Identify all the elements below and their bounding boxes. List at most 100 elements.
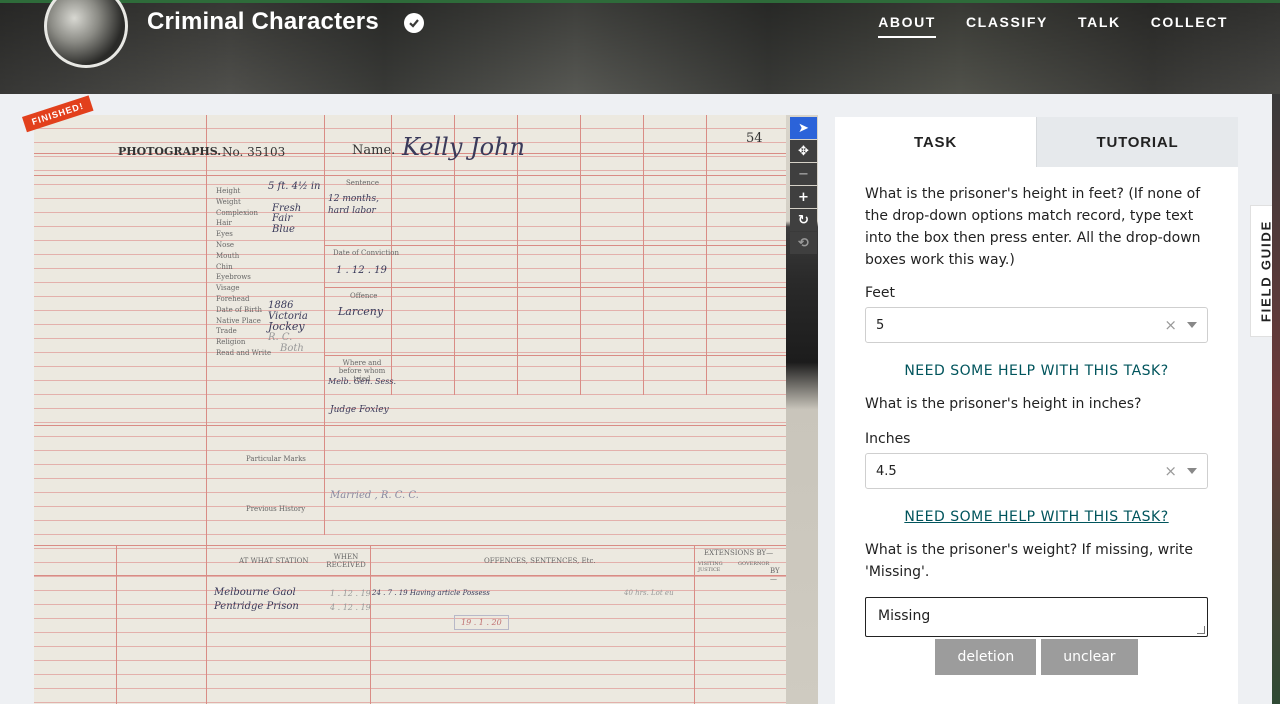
viewer-toolbar: ➤ ✥ − + ↻ ⟲ bbox=[790, 117, 817, 255]
resize-handle-icon[interactable] bbox=[1197, 626, 1205, 634]
unclear-button[interactable]: unclear bbox=[1041, 639, 1138, 675]
descriptor-row: Nose bbox=[216, 239, 324, 250]
descriptor-value: Blue bbox=[272, 224, 295, 236]
descriptor-label: Chin bbox=[216, 262, 233, 271]
question-feet: What is the prisoner's height in feet? (… bbox=[865, 186, 1201, 268]
record-rule bbox=[34, 425, 786, 426]
question-weight: What is the prisoner's weight? If missin… bbox=[865, 542, 1193, 580]
chevron-down-icon[interactable] bbox=[1187, 468, 1197, 474]
record-rule bbox=[34, 575, 786, 576]
annotation-buttons: deletion unclear bbox=[865, 639, 1208, 675]
descriptor-label: Nose bbox=[216, 240, 235, 249]
record-rule bbox=[580, 115, 581, 395]
chevron-down-icon[interactable] bbox=[1187, 322, 1197, 328]
record-rule bbox=[34, 545, 786, 546]
feet-label: Feet bbox=[865, 285, 896, 301]
descriptor-row: Hair Fair bbox=[216, 213, 324, 228]
history-value: Married , R. C. C. bbox=[330, 490, 419, 501]
descriptor-row: Eyes Blue bbox=[216, 224, 324, 239]
judge-value: Judge Foxley bbox=[330, 405, 389, 415]
feet-value: 5 bbox=[876, 317, 885, 333]
inches-select[interactable]: 4.5 × bbox=[865, 453, 1208, 489]
station-header: AT WHAT STATION bbox=[239, 557, 309, 565]
row-offence: 24 . 7 . 19 Having article Possess bbox=[372, 589, 490, 597]
tab-tutorial[interactable]: TUTORIAL bbox=[1036, 117, 1238, 167]
descriptor-row: Read and Write Both bbox=[216, 343, 324, 358]
record-rule bbox=[694, 545, 695, 704]
record-rule bbox=[324, 245, 786, 246]
conviction-label: Date of Conviction bbox=[333, 249, 399, 257]
rotate-icon[interactable]: ↻ bbox=[790, 209, 817, 231]
sentence-value: 12 months, hard labor bbox=[328, 194, 379, 216]
nav-collect[interactable]: COLLECT bbox=[1151, 14, 1228, 38]
help-link-feet[interactable]: NEED SOME HELP WITH THIS TASK? bbox=[865, 363, 1208, 379]
nav-classify[interactable]: CLASSIFY bbox=[966, 14, 1048, 38]
previous-history-label: Previous History bbox=[246, 505, 306, 513]
descriptor-value: Fresh bbox=[272, 202, 302, 214]
descriptor-label: Read and Write bbox=[216, 348, 272, 357]
descriptor-value: Both bbox=[280, 342, 304, 354]
main-nav: ABOUT CLASSIFY TALK COLLECT bbox=[878, 14, 1228, 38]
row-when: 4 . 12 . 19 bbox=[330, 603, 371, 612]
governor-header: GOVERNOR bbox=[738, 561, 770, 567]
weight-value: Missing bbox=[878, 608, 931, 624]
descriptor-row: Complexion Fresh bbox=[216, 203, 324, 218]
descriptor-label: Mouth bbox=[216, 251, 240, 260]
tab-task[interactable]: TASK bbox=[835, 117, 1036, 167]
task-body: What is the prisoner's height in feet? (… bbox=[835, 167, 1238, 675]
descriptor-label: Visage bbox=[216, 284, 240, 293]
project-title[interactable]: Criminal Characters bbox=[147, 8, 379, 36]
when-header: WHEN RECEIVED bbox=[326, 553, 366, 569]
stamp: 19 . 1 . 20 bbox=[454, 615, 509, 630]
descriptor-label: Hair bbox=[216, 219, 232, 228]
descriptor-row: Mouth bbox=[216, 250, 324, 261]
where-value: Melb. Gen. Sess. bbox=[328, 377, 397, 386]
header-accent-line bbox=[0, 0, 1280, 3]
record-rule bbox=[643, 115, 644, 395]
feet-select[interactable]: 5 × bbox=[865, 307, 1208, 343]
row-when: 1 . 12 . 19 bbox=[330, 589, 371, 598]
record-rule bbox=[34, 175, 786, 176]
pointer-icon[interactable]: ➤ bbox=[790, 117, 817, 139]
clear-icon[interactable]: × bbox=[1164, 316, 1177, 334]
weight-textarea[interactable]: Missing bbox=[865, 597, 1208, 637]
descriptor-label: Complexion bbox=[216, 208, 258, 217]
descriptor-label: Native Place bbox=[216, 316, 261, 325]
nav-about[interactable]: ABOUT bbox=[878, 14, 936, 38]
descriptor-label: Religion bbox=[216, 338, 246, 347]
task-tabs: TASK TUTORIAL bbox=[835, 117, 1238, 167]
deletion-button[interactable]: deletion bbox=[935, 639, 1037, 675]
zoom-out-icon[interactable]: − bbox=[790, 163, 817, 185]
record-page-image[interactable]: PHOTOGRAPHS. No. 35103 Name. Kelly John … bbox=[34, 115, 786, 704]
row-extension: 40 hrs. Lot eu bbox=[624, 589, 674, 597]
clear-icon[interactable]: × bbox=[1164, 462, 1177, 480]
field-guide-label: FIELD GUIDE bbox=[1258, 219, 1273, 323]
name-label: Name. bbox=[352, 143, 396, 158]
offences-header: OFFENCES, SENTENCES, Etc. bbox=[484, 557, 596, 565]
record-rule bbox=[324, 355, 786, 356]
descriptor-list: Height 5 ft. 4½ in Weight Complexion Fresh… bbox=[216, 181, 324, 358]
descriptor-label: Forehead bbox=[216, 294, 250, 303]
subject-viewer[interactable]: PHOTOGRAPHS. No. 35103 Name. Kelly John … bbox=[34, 115, 818, 704]
move-icon[interactable]: ✥ bbox=[790, 140, 817, 162]
offence-label: Offence bbox=[350, 292, 378, 300]
photographs-label: PHOTOGRAPHS. bbox=[118, 145, 222, 158]
inches-value: 4.5 bbox=[876, 463, 897, 479]
record-rule bbox=[206, 115, 207, 704]
sentence-label: Sentence bbox=[346, 179, 379, 187]
descriptor-label: Weight bbox=[216, 197, 241, 206]
descriptor-value: 5 ft. 4½ in bbox=[268, 181, 321, 192]
descriptor-value: 1886 bbox=[268, 299, 294, 311]
record-rule bbox=[116, 545, 117, 704]
task-panel: TASK TUTORIAL What is the prisoner's hei… bbox=[835, 117, 1238, 704]
verified-badge-icon bbox=[404, 13, 424, 33]
visiting-header: VISITING JUSTICE bbox=[698, 561, 723, 573]
reset-icon[interactable]: ⟲ bbox=[790, 232, 817, 254]
descriptor-label: Date of Birth bbox=[216, 305, 263, 314]
nav-talk[interactable]: TALK bbox=[1078, 14, 1121, 38]
inches-label: Inches bbox=[865, 431, 911, 447]
help-link-inches[interactable]: NEED SOME HELP WITH THIS TASK? bbox=[865, 509, 1208, 525]
question-inches: What is the prisoner's height in inches? bbox=[865, 396, 1142, 412]
descriptor-row: Height 5 ft. 4½ in bbox=[216, 181, 324, 196]
zoom-in-icon[interactable]: + bbox=[790, 186, 817, 208]
